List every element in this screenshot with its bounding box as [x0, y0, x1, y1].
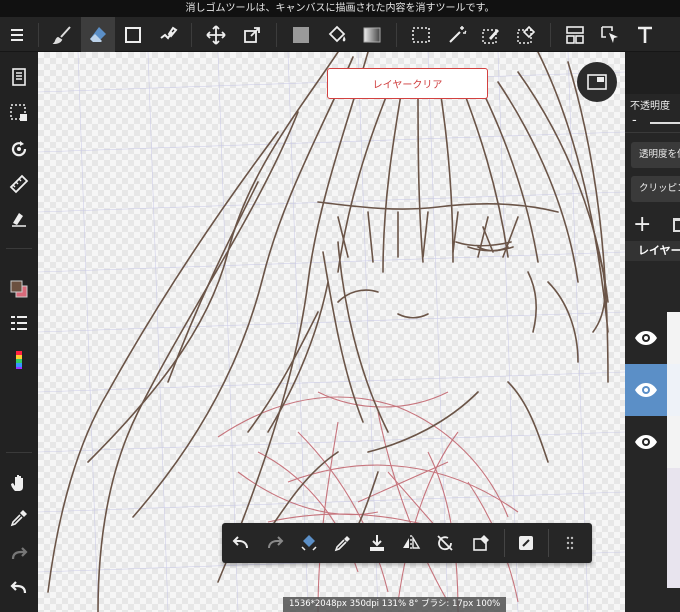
clipping-button[interactable]: クリッピング: [631, 176, 680, 202]
layer-thumbnail[interactable]: [667, 312, 680, 364]
layer-thumbnail-selected[interactable]: [667, 364, 680, 416]
color-swatch-icon[interactable]: [3, 274, 35, 304]
text-icon[interactable]: [628, 17, 662, 52]
eye-icon: [635, 331, 657, 345]
fill-color-icon[interactable]: [284, 17, 318, 52]
layer-tab[interactable]: レイヤー: [625, 241, 680, 261]
magic-wand-icon[interactable]: [440, 17, 474, 52]
pages-icon[interactable]: [3, 62, 35, 92]
transform-icon[interactable]: [235, 17, 269, 52]
transform-eraser-icon[interactable]: [294, 528, 324, 558]
gradient-icon[interactable]: [355, 17, 389, 52]
ruler-icon[interactable]: [3, 169, 35, 199]
rotate-reset-icon[interactable]: [430, 528, 460, 558]
save-icon[interactable]: [362, 528, 392, 558]
eye-icon: [635, 435, 657, 449]
protect-alpha-button[interactable]: 透明度を保護: [631, 142, 680, 168]
eye-icon: [635, 383, 657, 397]
bucket-icon[interactable]: [320, 17, 354, 52]
canvas-status: 1536*2048px 350dpi 131% 8° ブラシ: 17px 100…: [283, 597, 507, 612]
tool-hint-bar: 消しゴムツールは、キャンバスに描画された内容を消すツールです。: [0, 0, 680, 17]
opacity-decrease-button[interactable]: -: [632, 113, 637, 128]
select-pen-icon[interactable]: [474, 17, 508, 52]
layer-panel: 不透明度 - 透明度を保護 クリッピング + レイヤー: [625, 52, 680, 612]
eyedropper-icon[interactable]: [328, 528, 358, 558]
rotate-icon[interactable]: [3, 134, 35, 164]
material-icon[interactable]: [3, 203, 35, 233]
grip-icon[interactable]: [555, 528, 585, 558]
move-icon[interactable]: [199, 17, 233, 52]
layer-visibility-toggle[interactable]: [625, 312, 667, 364]
floating-toolbar: [222, 523, 592, 563]
clear-layer-button[interactable]: レイヤークリア: [327, 68, 488, 99]
top-toolbar: [0, 17, 680, 52]
select-icon[interactable]: [404, 17, 438, 52]
eyedropper-icon[interactable]: [3, 503, 35, 533]
undo-icon[interactable]: [226, 528, 256, 558]
edit-icon[interactable]: [511, 528, 541, 558]
clear-icon[interactable]: [466, 528, 496, 558]
shape-icon[interactable]: [116, 17, 150, 52]
layer-visibility-toggle[interactable]: [625, 416, 667, 468]
opacity-slider[interactable]: [650, 122, 680, 124]
layer-thumbnail[interactable]: [667, 468, 680, 588]
layer-visibility-toggle-selected[interactable]: [625, 364, 667, 416]
brush-icon[interactable]: [46, 17, 80, 52]
layer-list-icon[interactable]: [3, 308, 35, 338]
flip-icon[interactable]: [396, 528, 426, 558]
select-layer-icon[interactable]: [3, 98, 35, 128]
color-palette-icon[interactable]: [3, 345, 35, 375]
eraser-icon[interactable]: [81, 17, 115, 52]
layer-panel-header: [625, 52, 680, 94]
drawing-canvas[interactable]: レイヤークリア 1536*2048px 350dpi 131% 8° ブラシ: …: [38, 52, 625, 612]
left-sidebar: [0, 52, 38, 612]
select-pointer-icon[interactable]: [593, 17, 627, 52]
opacity-label: 不透明度: [630, 101, 670, 112]
add-layer-button[interactable]: +: [633, 214, 651, 236]
redo-icon[interactable]: [3, 539, 35, 569]
hand-icon[interactable]: [3, 468, 35, 498]
layer-thumbnail[interactable]: [667, 416, 680, 468]
layout-icon[interactable]: [558, 17, 592, 52]
select-eraser-icon[interactable]: [509, 17, 543, 52]
delete-layer-icon[interactable]: [673, 218, 680, 232]
navigator-icon[interactable]: [577, 62, 617, 102]
menu-icon[interactable]: [0, 17, 34, 52]
fill-brush-icon[interactable]: [151, 17, 185, 52]
redo-icon[interactable]: [260, 528, 290, 558]
undo-icon[interactable]: [3, 573, 35, 603]
